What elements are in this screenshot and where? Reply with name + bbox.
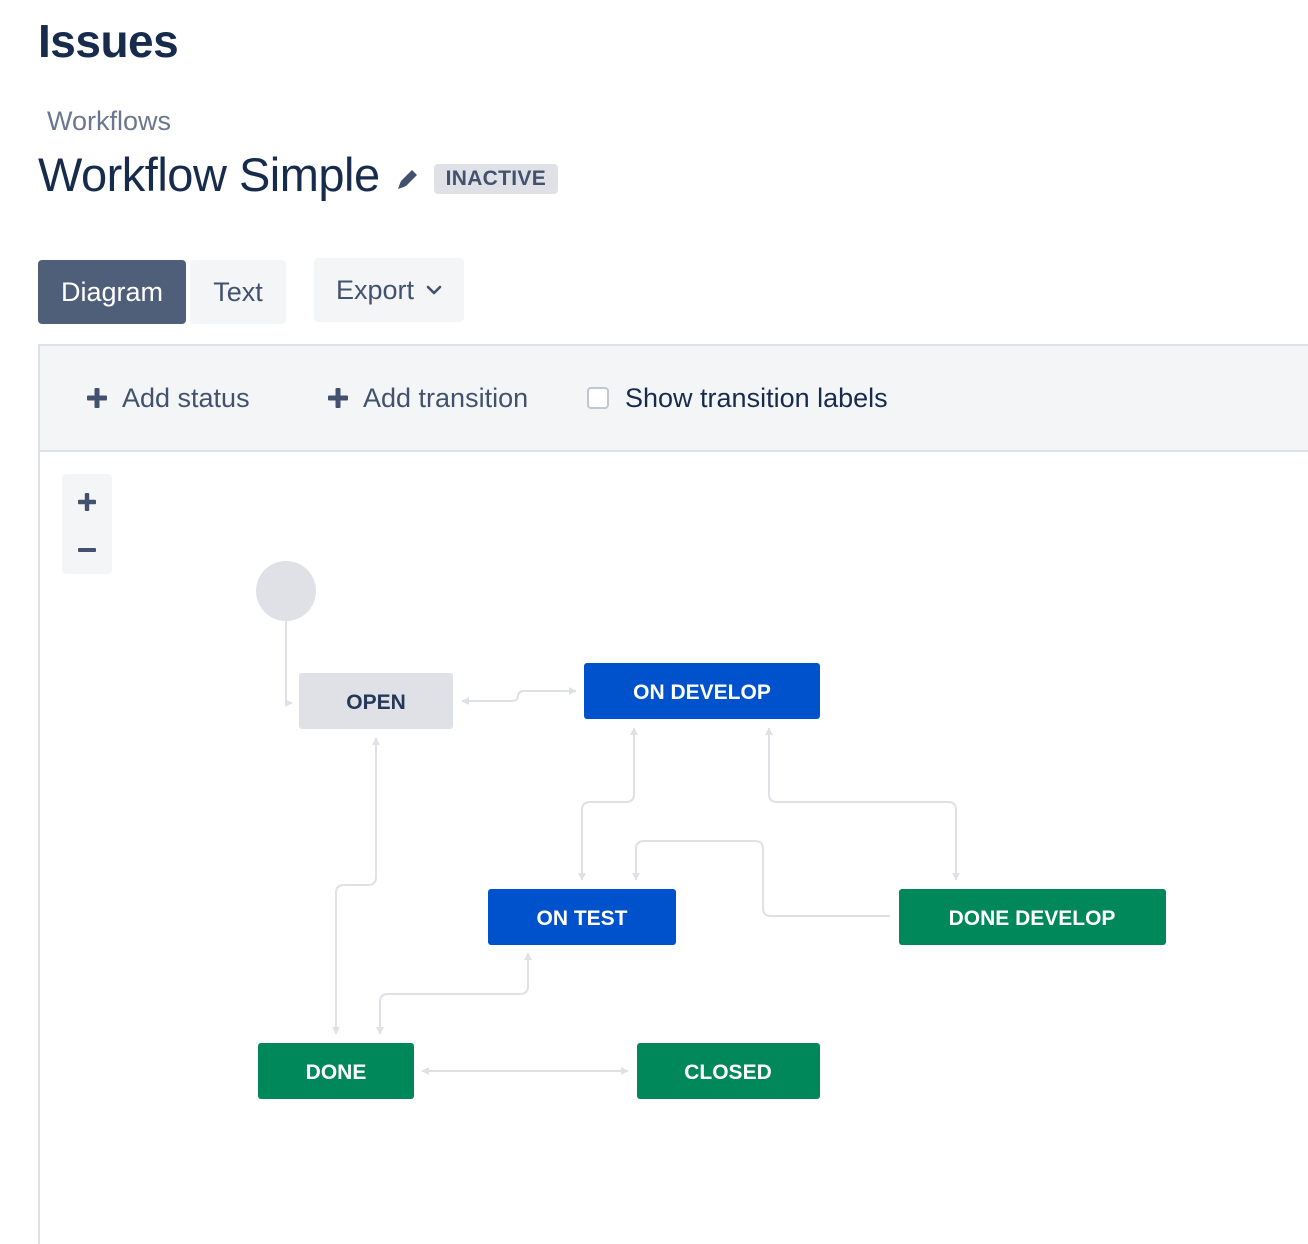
status-node-done-develop[interactable]: DONE DEVELOP <box>899 889 1166 945</box>
status-node-done[interactable]: DONE <box>258 1043 414 1099</box>
transition-open-done[interactable] <box>332 737 380 1035</box>
workflow-diagram: OPEN ON DEVELOP ON TEST DONE DEVELOP DON… <box>256 561 1166 1099</box>
status-label-done-develop: DONE DEVELOP <box>949 907 1116 930</box>
status-label-closed: CLOSED <box>684 1061 772 1084</box>
transition-open-ondevelop[interactable] <box>461 687 577 705</box>
status-label-on-develop: ON DEVELOP <box>633 681 771 704</box>
status-label-on-test: ON TEST <box>536 907 627 930</box>
status-node-closed[interactable]: CLOSED <box>637 1043 820 1099</box>
status-label-open: OPEN <box>346 691 406 714</box>
transition-ondevelop-ontest[interactable] <box>578 727 638 881</box>
status-node-on-test[interactable]: ON TEST <box>488 889 676 945</box>
start-node[interactable] <box>256 561 316 621</box>
status-node-open[interactable]: OPEN <box>299 673 453 729</box>
transition-start-open[interactable] <box>284 620 293 707</box>
transition-ontest-done[interactable] <box>376 952 532 1035</box>
status-node-on-develop[interactable]: ON DEVELOP <box>584 663 820 719</box>
transition-ondevelop-donedevelop[interactable] <box>765 727 960 881</box>
status-label-done: DONE <box>306 1061 367 1084</box>
